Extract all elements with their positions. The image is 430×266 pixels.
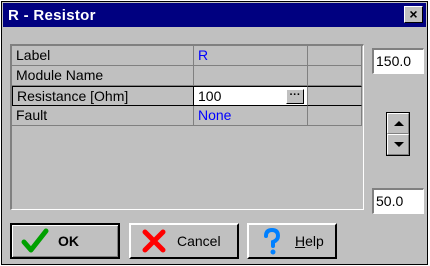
- property-grid: Label R Module Name Resistance [Ohm] 100…: [10, 44, 364, 210]
- close-button[interactable]: ×: [404, 6, 423, 23]
- resistance-value[interactable]: 100: [198, 88, 221, 104]
- property-label: Fault: [12, 106, 194, 126]
- property-label: Module Name: [12, 66, 194, 86]
- ellipsis-button[interactable]: ···: [286, 89, 304, 104]
- arrow-up-icon: [394, 121, 404, 126]
- ok-button[interactable]: OK: [10, 223, 120, 259]
- arrow-down-icon: [394, 142, 404, 147]
- property-extra-cell: [308, 86, 362, 106]
- property-label: Label: [12, 46, 194, 66]
- help-label: Help: [295, 233, 324, 249]
- checkmark-icon: [21, 228, 49, 253]
- resistor-dialog: R - Resistor × Label R Module Name Resis…: [1, 1, 428, 265]
- grid-row-label[interactable]: Label R: [12, 46, 362, 66]
- min-value-field[interactable]: 50.0: [372, 188, 424, 214]
- property-label: Resistance [Ohm]: [12, 86, 194, 106]
- property-extra-cell: [308, 46, 362, 66]
- spin-up-button[interactable]: [387, 113, 409, 134]
- max-value-field[interactable]: 150.0: [372, 48, 424, 74]
- help-button[interactable]: Help: [247, 223, 337, 259]
- close-icon: ×: [409, 6, 418, 22]
- property-extra-cell: [308, 106, 362, 126]
- property-value[interactable]: [194, 66, 308, 86]
- property-extra-cell: [308, 66, 362, 86]
- property-value[interactable]: None: [194, 106, 308, 126]
- cancel-button[interactable]: Cancel: [129, 223, 239, 259]
- property-value[interactable]: R: [194, 46, 308, 66]
- window-title: R - Resistor: [8, 6, 96, 24]
- spin-buttons: [386, 112, 410, 156]
- ellipsis-icon: ···: [289, 89, 301, 101]
- resistance-input[interactable]: 100 ···: [194, 86, 308, 106]
- grid-row-module-name[interactable]: Module Name: [12, 66, 362, 86]
- grid-row-fault[interactable]: Fault None: [12, 106, 362, 126]
- ok-label: OK: [58, 233, 79, 249]
- grid-row-resistance[interactable]: Resistance [Ohm] 100 ···: [12, 86, 362, 106]
- question-mark-icon: [264, 227, 281, 255]
- spin-down-button[interactable]: [387, 134, 409, 155]
- title-bar[interactable]: R - Resistor ×: [3, 3, 426, 27]
- cancel-label: Cancel: [177, 233, 221, 249]
- x-mark-icon: [142, 229, 166, 253]
